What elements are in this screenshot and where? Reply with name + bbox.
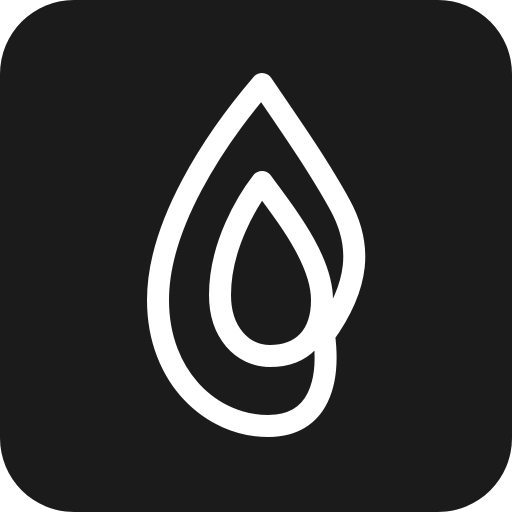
nested-droplet-icon bbox=[147, 73, 366, 437]
outer-droplet-outline bbox=[147, 73, 366, 437]
app-icon-tile[interactable] bbox=[0, 0, 512, 512]
inner-droplet-outline bbox=[209, 171, 333, 367]
